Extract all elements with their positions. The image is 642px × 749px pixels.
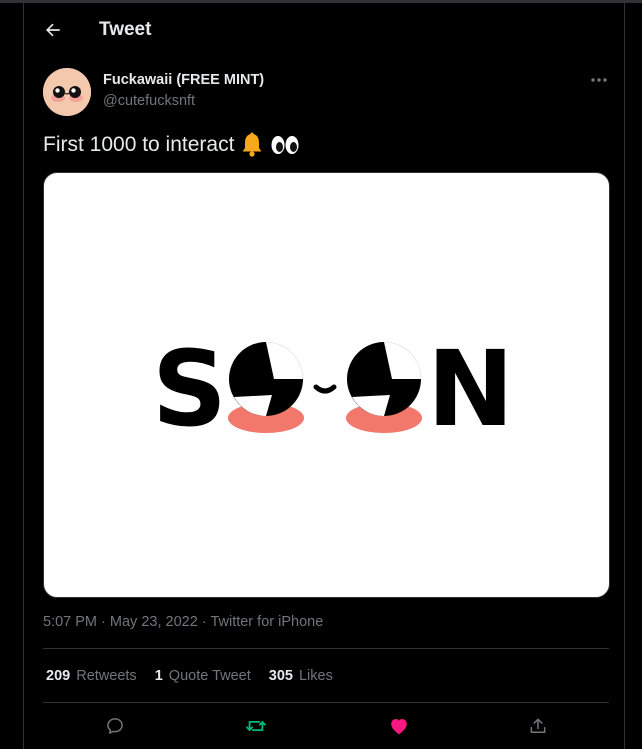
like-button[interactable] — [386, 713, 412, 739]
arrow-left-icon — [46, 23, 60, 37]
eyes-icon — [270, 133, 300, 157]
like-icon — [391, 718, 407, 735]
page-title: Tweet — [99, 19, 152, 40]
tweet-detail: Fuckawaii (FREE MINT) @cutefucksnft Firs… — [24, 56, 624, 749]
tweet-stats: 209 Retweets 1 Quote Tweet 305 Likes — [46, 668, 333, 684]
column-right-border — [624, 3, 625, 749]
back-button[interactable] — [38, 15, 68, 45]
retweets-label: Retweets — [76, 668, 137, 684]
tweet-time[interactable]: 5:07 PM — [43, 614, 97, 630]
retweets-stat[interactable]: 209 Retweets — [46, 668, 137, 684]
likes-count: 305 — [268, 668, 293, 684]
retweet-button[interactable] — [243, 713, 269, 739]
retweet-icon — [246, 720, 266, 732]
meta-separator: · — [101, 614, 106, 630]
soon-artwork: S N — [152, 328, 514, 450]
likes-label: Likes — [298, 668, 333, 684]
tweet-timestamp: 5:07 PM · May 23, 2022 · Twitter for iPh… — [43, 614, 323, 630]
quote-tweets-label: Quote Tweet — [168, 668, 251, 684]
reply-icon — [107, 718, 123, 734]
tweet-date[interactable]: May 23, 2022 — [110, 614, 198, 630]
tweet-text: First 1000 to interact — [43, 132, 300, 158]
author-name[interactable]: Fuckawaii (FREE MINT) — [103, 72, 264, 88]
tweet-actions-bar — [43, 703, 609, 749]
bell-icon — [240, 132, 264, 158]
divider — [43, 648, 609, 649]
avatar-face-icon — [43, 68, 91, 116]
svg-text:N: N — [427, 328, 514, 450]
share-button[interactable] — [525, 713, 551, 739]
page-header: Tweet — [24, 3, 624, 56]
tweet-source[interactable]: Twitter for iPhone — [210, 614, 323, 630]
quote-tweets-stat[interactable]: 1 Quote Tweet — [155, 668, 251, 684]
more-horizontal-icon — [591, 78, 607, 82]
tweet-media-image[interactable]: S N — [43, 172, 610, 598]
tweet-text-content: First 1000 to interact — [43, 133, 235, 156]
quote-tweets-count: 1 — [154, 668, 163, 684]
avatar[interactable] — [43, 68, 91, 116]
retweets-count: 209 — [46, 668, 71, 684]
svg-text:S: S — [152, 328, 227, 450]
likes-stat[interactable]: 305 Likes — [269, 668, 333, 684]
share-icon — [530, 718, 546, 733]
meta-separator: · — [201, 614, 207, 630]
reply-button[interactable] — [102, 713, 128, 739]
more-options-button[interactable] — [584, 68, 614, 92]
author-handle[interactable]: @cutefucksnft — [103, 93, 195, 109]
